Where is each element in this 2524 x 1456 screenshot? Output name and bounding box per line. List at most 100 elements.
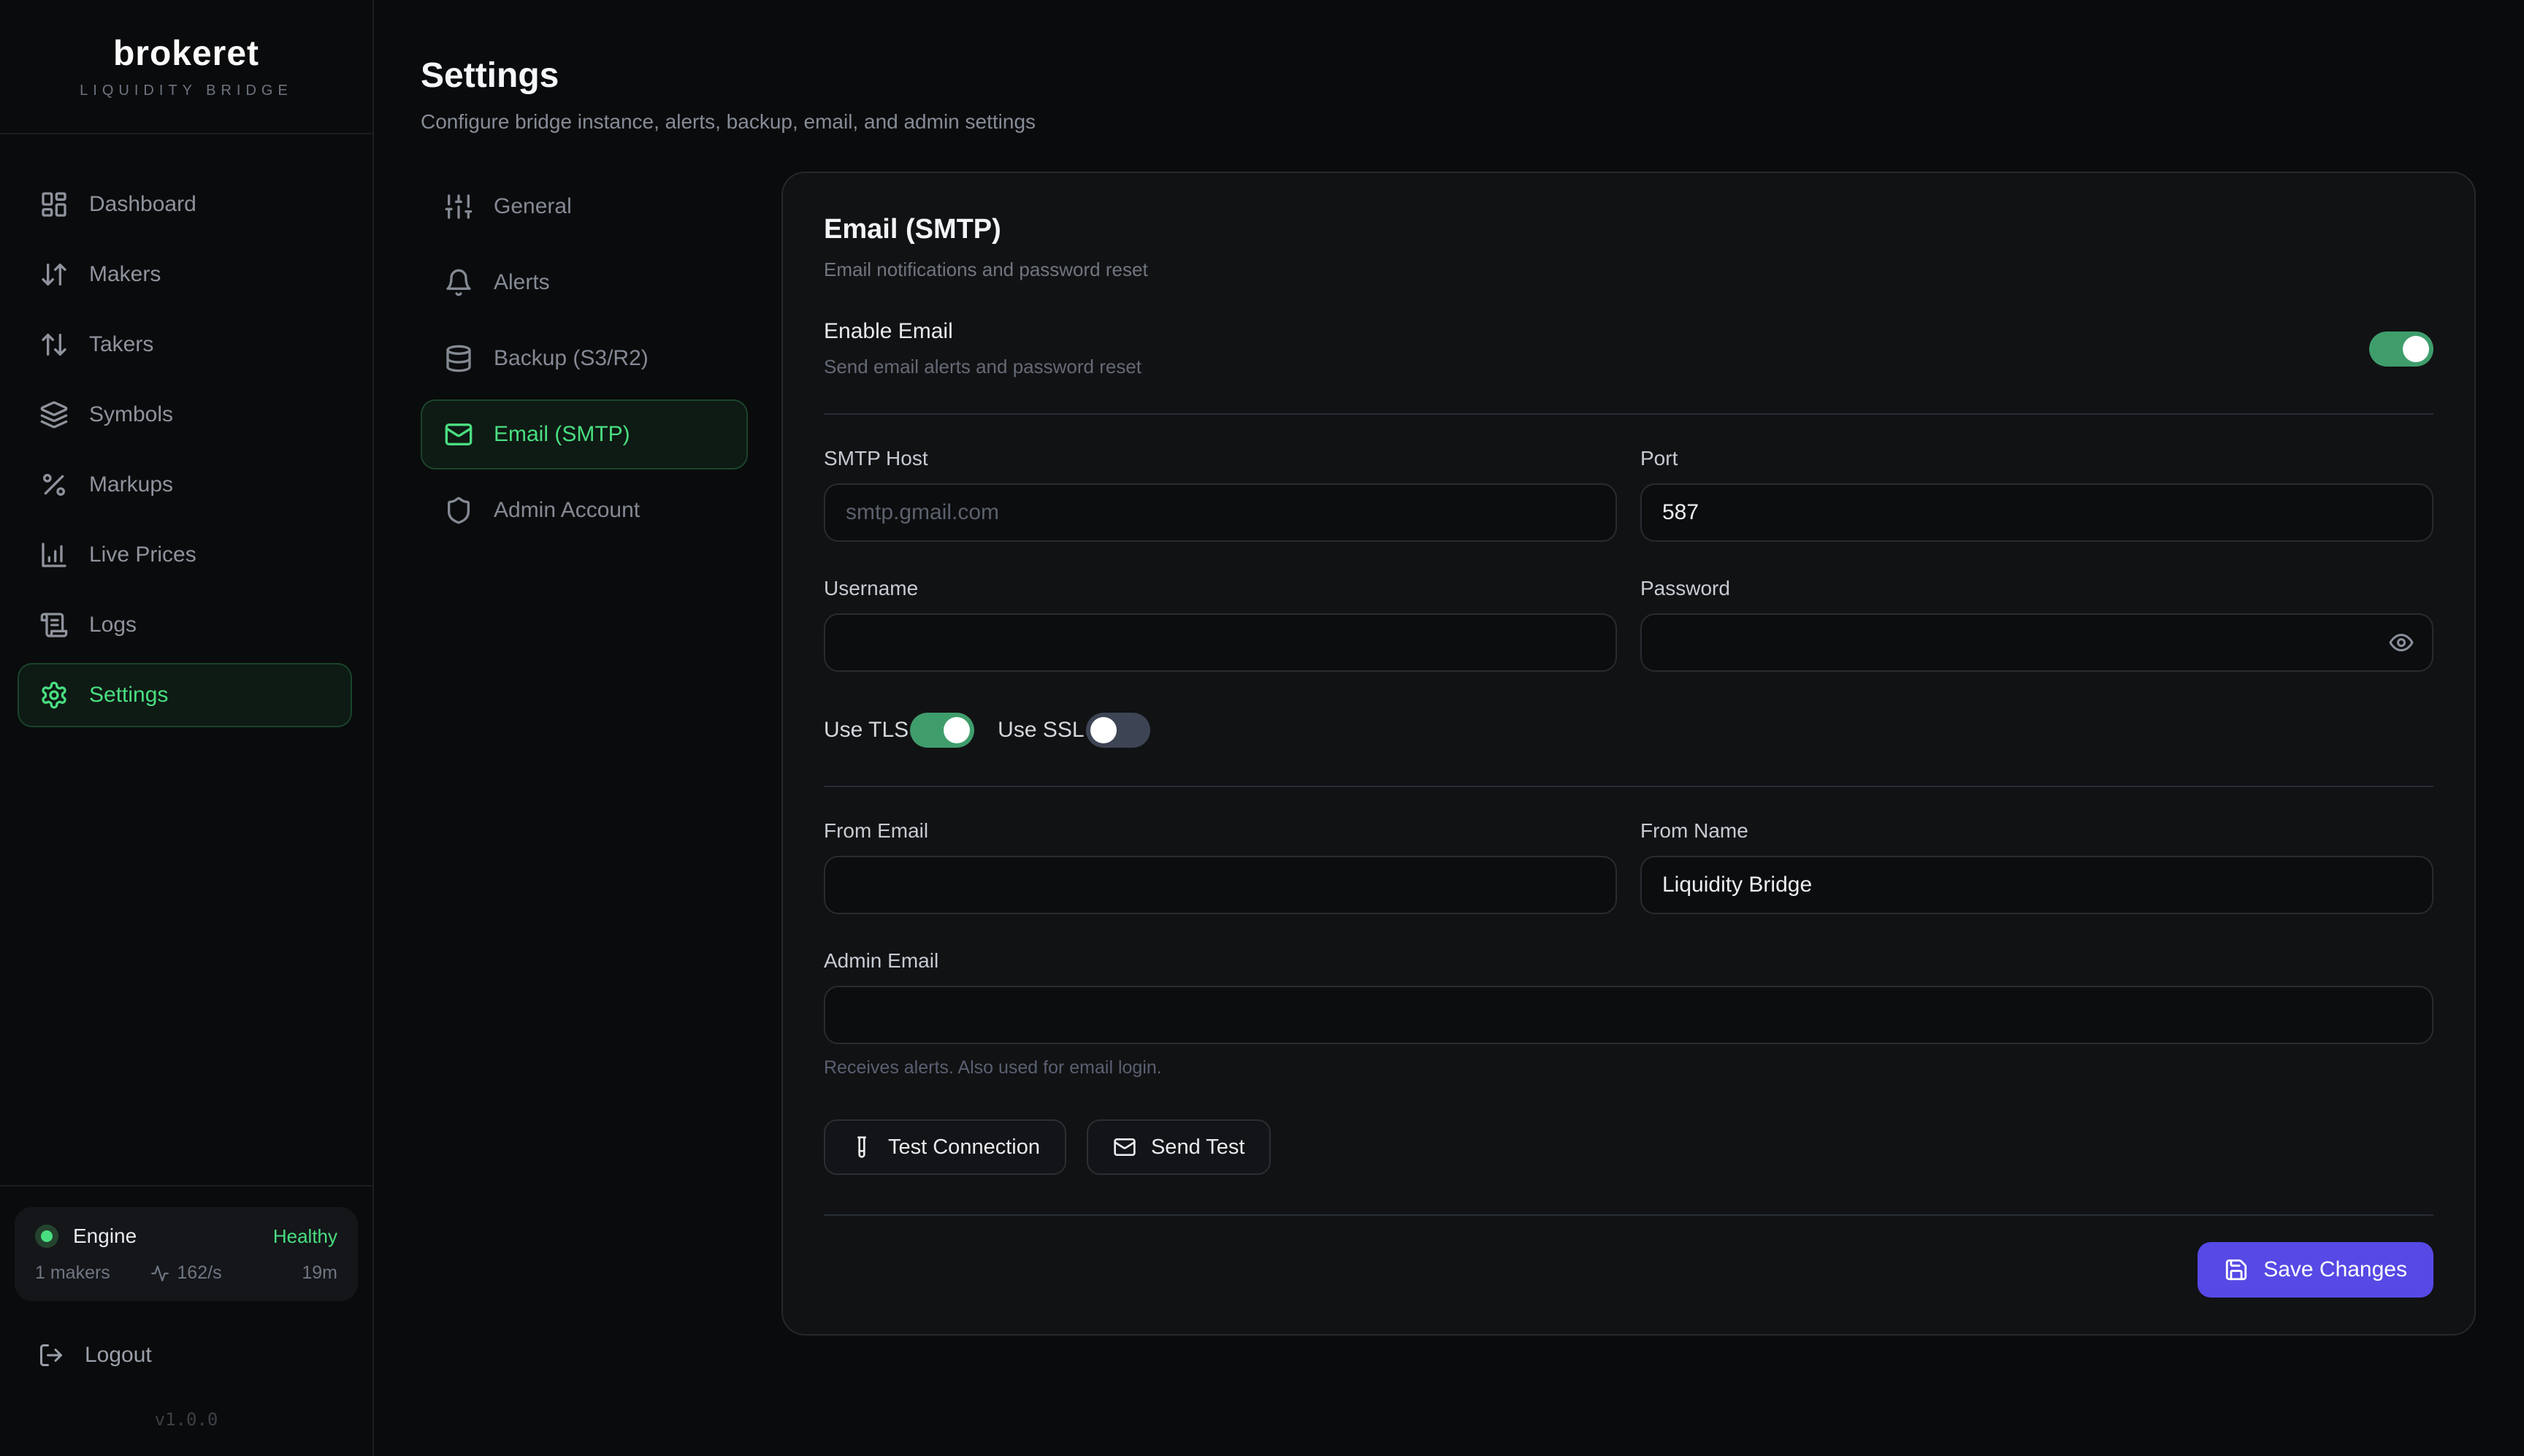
username-label: Username — [824, 577, 1617, 600]
dashboard-icon — [39, 190, 69, 219]
send-test-label: Send Test — [1151, 1135, 1244, 1160]
sidebar-item-symbols[interactable]: Symbols — [18, 383, 352, 447]
engine-makers-count: 1 makers — [35, 1262, 136, 1284]
logout-button[interactable]: Logout — [15, 1322, 358, 1377]
app-version: v1.0.0 — [15, 1377, 358, 1441]
arrow-up-down-icon — [39, 330, 69, 359]
send-test-button[interactable]: Send Test — [1087, 1119, 1271, 1175]
sidebar-item-markups[interactable]: Markups — [18, 453, 352, 517]
sliders-icon — [444, 192, 473, 221]
tab-label: Backup (S3/R2) — [494, 346, 649, 371]
engine-uptime: 19m — [237, 1262, 337, 1284]
sidebar-bottom: Engine Healthy 1 makers 162/s 19m Logout… — [0, 1185, 372, 1456]
email-smtp-panel: Email (SMTP) Email notifications and pas… — [781, 172, 2476, 1336]
page-subtitle: Configure bridge instance, alerts, backu… — [421, 110, 2476, 134]
sidebar-nav: Dashboard Makers Takers Symbols Markups … — [0, 134, 372, 1185]
from-name-input[interactable] — [1640, 856, 2433, 914]
sidebar-item-label: Dashboard — [89, 192, 196, 217]
brand-tagline: LIQUIDITY BRIDGE — [80, 83, 293, 99]
from-name-label: From Name — [1640, 819, 2433, 843]
sidebar-item-logs[interactable]: Logs — [18, 593, 352, 657]
layers-icon — [39, 400, 69, 429]
test-tube-icon — [850, 1135, 873, 1159]
percent-icon — [39, 470, 69, 499]
mail-icon — [444, 420, 473, 449]
tab-admin-account[interactable]: Admin Account — [421, 475, 748, 545]
sidebar-item-settings[interactable]: Settings — [18, 663, 352, 727]
logout-label: Logout — [85, 1343, 152, 1368]
activity-icon — [150, 1264, 169, 1283]
password-label: Password — [1640, 577, 2433, 600]
page-title: Settings — [421, 55, 2476, 96]
arrow-down-up-icon — [39, 260, 69, 289]
use-tls-label: Use TLS — [824, 718, 909, 743]
sidebar-item-takers[interactable]: Takers — [18, 313, 352, 377]
use-ssl-label: Use SSL — [998, 718, 1084, 743]
admin-email-helper: Receives alerts. Also used for email log… — [824, 1057, 2433, 1078]
sidebar-item-label: Takers — [89, 332, 153, 357]
bell-icon — [444, 268, 473, 297]
sidebar-item-dashboard[interactable]: Dashboard — [18, 172, 352, 237]
port-label: Port — [1640, 447, 2433, 470]
sidebar-item-makers[interactable]: Makers — [18, 242, 352, 307]
section-divider — [824, 786, 2433, 787]
mail-icon — [1113, 1135, 1136, 1159]
brand-name: brokeret — [113, 34, 259, 74]
engine-health-badge: Healthy — [273, 1225, 337, 1248]
footer-divider — [824, 1214, 2433, 1216]
engine-rate-value: 162/s — [177, 1262, 221, 1284]
tab-backup[interactable]: Backup (S3/R2) — [421, 323, 748, 394]
sidebar-item-label: Makers — [89, 262, 161, 287]
eye-icon[interactable] — [2388, 629, 2414, 656]
smtp-host-input[interactable] — [824, 483, 1617, 542]
save-changes-button[interactable]: Save Changes — [2198, 1242, 2433, 1298]
test-connection-label: Test Connection — [888, 1135, 1040, 1160]
tab-label: Alerts — [494, 270, 550, 295]
tab-label: Email (SMTP) — [494, 422, 630, 447]
tab-general[interactable]: General — [421, 172, 748, 242]
panel-title: Email (SMTP) — [824, 214, 2433, 245]
engine-status-card: Engine Healthy 1 makers 162/s 19m — [15, 1207, 358, 1301]
enable-email-toggle[interactable] — [2369, 332, 2433, 367]
port-input[interactable] — [1640, 483, 2433, 542]
sidebar-item-label: Live Prices — [89, 543, 196, 567]
tab-alerts[interactable]: Alerts — [421, 248, 748, 318]
test-connection-button[interactable]: Test Connection — [824, 1119, 1066, 1175]
brand-logo: brokeret LIQUIDITY BRIDGE — [0, 0, 372, 134]
save-icon — [2224, 1257, 2249, 1282]
use-ssl-toggle[interactable] — [1086, 713, 1150, 748]
save-changes-label: Save Changes — [2263, 1257, 2407, 1282]
smtp-host-label: SMTP Host — [824, 447, 1617, 470]
logout-icon — [38, 1342, 64, 1368]
bar-chart-icon — [39, 540, 69, 570]
settings-subnav: General Alerts Backup (S3/R2) Email (SMT… — [421, 172, 748, 545]
sidebar-item-label: Settings — [89, 683, 168, 708]
scroll-icon — [39, 610, 69, 640]
database-icon — [444, 344, 473, 373]
admin-email-label: Admin Email — [824, 949, 2433, 973]
panel-subtitle: Email notifications and password reset — [824, 258, 2433, 281]
sidebar: brokeret LIQUIDITY BRIDGE Dashboard Make… — [0, 0, 374, 1456]
from-email-input[interactable] — [824, 856, 1617, 914]
shield-icon — [444, 496, 473, 525]
gear-icon — [39, 681, 69, 710]
tab-label: Admin Account — [494, 498, 640, 523]
sidebar-item-label: Markups — [89, 472, 173, 497]
admin-email-input[interactable] — [824, 986, 2433, 1044]
use-tls-toggle[interactable] — [910, 713, 974, 748]
password-input[interactable] — [1640, 613, 2433, 672]
enable-email-label: Enable Email — [824, 319, 2369, 344]
username-input[interactable] — [824, 613, 1617, 672]
sidebar-item-label: Logs — [89, 613, 137, 637]
enable-email-description: Send email alerts and password reset — [824, 356, 2369, 378]
tab-label: General — [494, 194, 572, 219]
main-content: Settings Configure bridge instance, aler… — [374, 0, 2524, 1456]
from-email-label: From Email — [824, 819, 1617, 843]
sidebar-item-live-prices[interactable]: Live Prices — [18, 523, 352, 587]
sidebar-item-label: Symbols — [89, 402, 173, 427]
tab-email-smtp[interactable]: Email (SMTP) — [421, 399, 748, 470]
app-root: brokeret LIQUIDITY BRIDGE Dashboard Make… — [0, 0, 2524, 1456]
engine-status-dot — [35, 1225, 58, 1248]
engine-title: Engine — [73, 1225, 259, 1248]
section-divider — [824, 413, 2433, 415]
